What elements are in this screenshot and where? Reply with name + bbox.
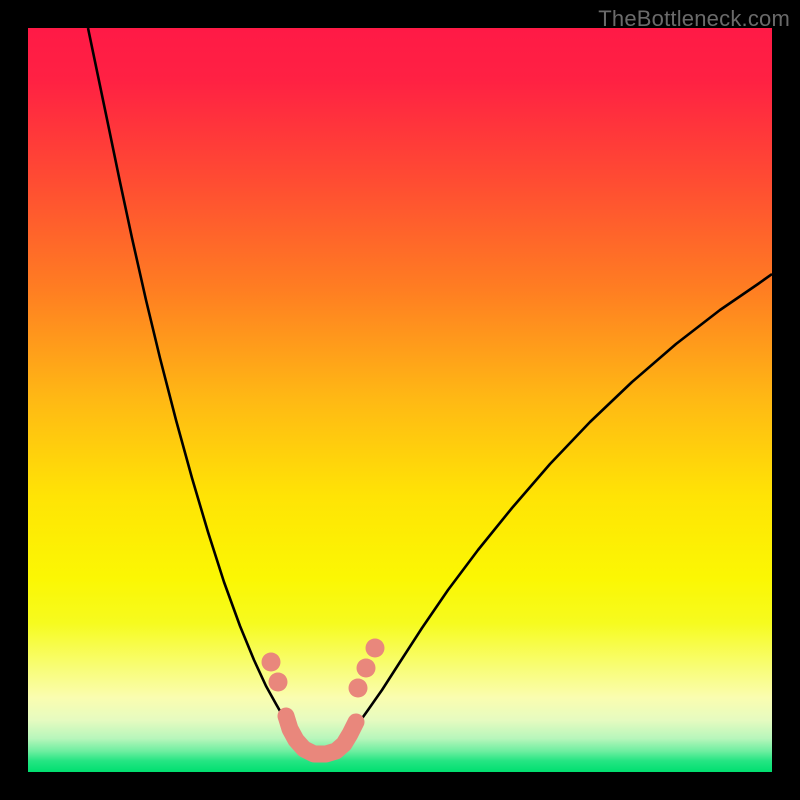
- watermark-text: TheBottleneck.com: [598, 6, 790, 32]
- series-left-curve: [88, 28, 302, 741]
- marker-dot-2: [349, 679, 368, 698]
- plot-area: [28, 28, 772, 772]
- series-floor-band: [286, 716, 356, 754]
- marker-dot-1: [269, 673, 288, 692]
- marker-dot-0: [262, 653, 281, 672]
- marker-dot-3: [357, 659, 376, 678]
- series-right-curve: [344, 274, 772, 741]
- chart-frame: TheBottleneck.com: [0, 0, 800, 800]
- marker-dot-4: [366, 639, 385, 658]
- curve-layer: [28, 28, 772, 772]
